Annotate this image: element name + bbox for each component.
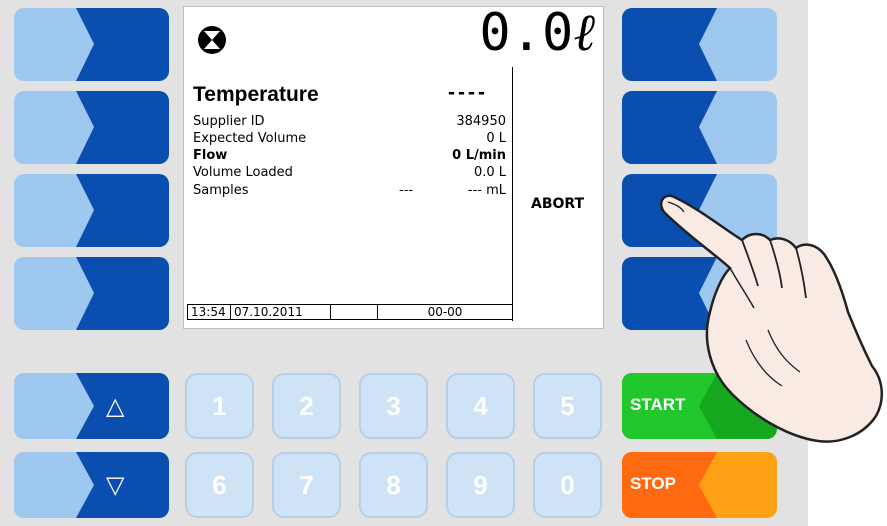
softkey-left-1[interactable] [14,8,169,81]
status-code: 00-00 [377,304,513,320]
status-time: 13:54 [187,304,231,320]
row-flow-value: 0 L/min [452,148,506,163]
abort-softkey-label: ABORT [531,196,585,212]
row-samples-value: --- mL [467,183,506,198]
key-3[interactable]: 3 [359,373,428,439]
softkey-right-1[interactable] [622,8,777,81]
row-samples-count: --- [399,183,414,198]
row-volume-loaded-label: Volume Loaded [193,165,293,180]
key-0[interactable]: 0 [533,452,602,518]
softkey-divider [512,67,513,321]
key-6[interactable]: 6 [185,452,254,518]
row-expected-value: 0 L [486,131,506,146]
stop-label: STOP [630,474,676,493]
lcd-display: 0.0ℓ Temperature ---- Supplier ID 384950… [183,3,604,329]
status-x-icon [198,26,226,54]
row-supplier-value: 384950 [456,114,506,129]
row-expected-label: Expected Volume [193,131,307,146]
stop-button[interactable]: STOP [622,452,777,518]
row-flow-label: Flow [193,148,228,163]
down-arrow-key[interactable]: ▽ [14,452,169,518]
row-volume-loaded-value: 0.0 L [473,165,506,180]
key-5[interactable]: 5 [533,373,602,439]
softkey-left-4[interactable] [14,257,169,330]
volume-readout: 0.0ℓ [479,3,595,63]
key-2[interactable]: 2 [272,373,341,439]
row-samples-label: Samples [193,183,249,198]
status-blank [330,304,378,320]
up-arrow-key[interactable]: △ [14,373,169,439]
softkey-left-2[interactable] [14,91,169,164]
up-triangle-icon: △ [106,392,125,420]
softkey-left-3[interactable] [14,174,169,247]
key-8[interactable]: 8 [359,452,428,518]
title-value: ---- [448,81,488,104]
key-9[interactable]: 9 [446,452,515,518]
softkey-right-2[interactable] [622,91,777,164]
row-supplier-label: Supplier ID [193,114,265,129]
key-4[interactable]: 4 [446,373,515,439]
status-date: 07.10.2011 [230,304,331,320]
key-7[interactable]: 7 [272,452,341,518]
key-1[interactable]: 1 [185,373,254,439]
down-triangle-icon: ▽ [106,471,125,499]
title-label: Temperature [193,83,319,106]
pointing-hand-icon [660,194,884,443]
